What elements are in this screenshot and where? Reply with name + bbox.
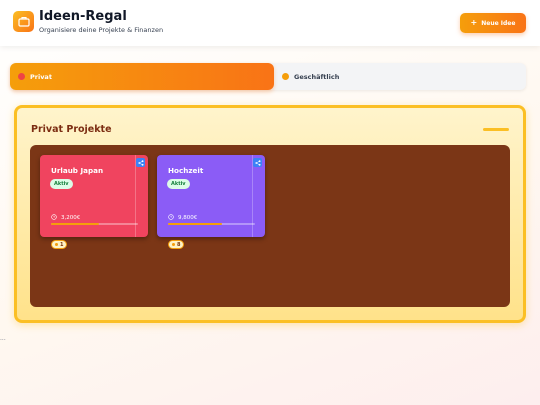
project-card-hochzeit[interactable]: Hochzeit Aktiv 9,800€ <box>157 155 265 237</box>
share-icon[interactable] <box>136 158 145 167</box>
progress-fill <box>51 223 99 225</box>
tab-geschaeftlich[interactable]: Geschäftlich <box>274 63 526 90</box>
project-board: Urlaub Japan Aktiv 3,200€ 1 Hochzeit Akt… <box>30 145 510 307</box>
tab-privat[interactable]: Privat <box>10 63 274 90</box>
tab-geschaeftlich-dot-icon <box>282 73 289 80</box>
briefcase-icon <box>13 11 34 32</box>
share-icon[interactable] <box>253 158 262 167</box>
app-subtitle: Organisiere deine Projekte & Finanzen <box>39 26 164 34</box>
plus-icon: + <box>470 18 478 27</box>
project-card-title: Urlaub Japan <box>51 166 104 175</box>
budget-value: 3,200€ <box>61 215 81 221</box>
progress-fill <box>168 223 222 225</box>
dot-icon <box>55 243 58 246</box>
app-title: Ideen-Regal <box>39 9 127 24</box>
budget: 9,800€ <box>168 214 197 222</box>
tab-geschaeftlich-label: Geschäftlich <box>294 72 340 81</box>
private-projects-section: Privat Projekte Urlaub Japan Aktiv 3,200… <box>14 105 526 323</box>
category-tabs: Privat Geschäftlich <box>10 63 526 90</box>
progress-bar <box>51 223 138 225</box>
status-badge: Aktiv <box>50 179 73 189</box>
app-header: Ideen-Regal Organisiere deine Projekte &… <box>0 0 540 46</box>
idea-count: 1 <box>60 241 64 248</box>
dot-icon <box>172 243 175 246</box>
budget-value: 9,800€ <box>178 215 198 221</box>
clock-icon <box>51 214 57 222</box>
section-title: Privat Projekte <box>31 124 112 135</box>
footer-ellipsis: ... <box>0 335 6 342</box>
tab-privat-label: Privat <box>30 72 52 81</box>
budget: 3,200€ <box>51 214 80 222</box>
new-idea-label: Neue Idee <box>481 19 516 27</box>
idea-count-chip[interactable]: 8 <box>168 240 185 249</box>
project-card-urlaub-japan[interactable]: Urlaub Japan Aktiv 3,200€ <box>40 155 148 237</box>
idea-count-chip[interactable]: 1 <box>51 240 68 249</box>
project-card-title: Hochzeit <box>168 166 204 175</box>
new-idea-button[interactable]: + Neue Idee <box>460 13 526 33</box>
section-accent-bar <box>483 128 509 131</box>
tab-privat-dot-icon <box>18 73 25 80</box>
clock-icon <box>168 214 174 222</box>
status-badge: Aktiv <box>167 179 190 189</box>
idea-count: 8 <box>177 241 181 248</box>
progress-bar <box>168 223 255 225</box>
